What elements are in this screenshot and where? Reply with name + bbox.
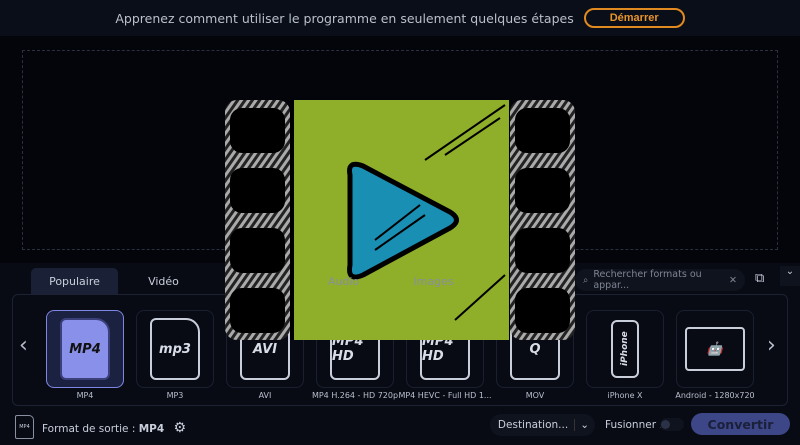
merge-toggle[interactable] [660, 418, 684, 431]
format-label: iPhone X [607, 391, 643, 400]
tab-audio[interactable]: Audio [300, 268, 387, 295]
format-label: Android - 1280x720 [675, 391, 755, 400]
app-logo-overlay [225, 100, 575, 340]
format-label: MP4 [76, 391, 94, 400]
output-format-label: Format de sortie : [42, 423, 136, 435]
search-placeholder: Rechercher formats ou appar... [593, 269, 702, 291]
tab-video[interactable]: Vidéo [120, 268, 207, 295]
format-card-mp4[interactable]: MP4 [46, 310, 124, 388]
output-format: Format de sortie : MP4 ⚙ [42, 420, 186, 436]
format-label: MOV [525, 391, 545, 400]
merge-label: Fusionner : [605, 419, 663, 431]
format-label: MP4 H.264 - HD 720p [311, 391, 399, 400]
next-arrow-icon[interactable]: › [767, 333, 776, 358]
format-icon: mp3 [150, 318, 200, 380]
format-label: MP3 [166, 391, 184, 400]
collapse-chevron-icon[interactable]: ⌄ [780, 266, 800, 286]
tab-images[interactable]: Images [390, 268, 477, 295]
format-icon: iPhone [611, 320, 639, 378]
chevron-down-icon[interactable]: ⌄ [574, 419, 589, 431]
format-label: MP4 HEVC - Full HD 1... [398, 391, 492, 400]
format-icon: MP4 [60, 318, 110, 380]
convert-button[interactable]: Convertir [691, 413, 790, 435]
prev-arrow-icon[interactable]: ‹ [19, 333, 28, 358]
device-detect-icon[interactable]: ⧉ [755, 271, 764, 286]
format-card-mp3[interactable]: mp3 [136, 310, 214, 388]
format-card-android-1280x720[interactable]: 🤖 [676, 310, 754, 388]
start-button[interactable]: Démarrer [583, 8, 685, 28]
output-format-value: MP4 [138, 423, 165, 435]
format-icon: 🤖 [685, 327, 745, 371]
format-label: AVI [258, 391, 272, 400]
tab-popular[interactable]: Populaire [31, 268, 118, 295]
format-card-iphone-x[interactable]: iPhone [586, 310, 664, 388]
gear-icon[interactable]: ⚙ [174, 420, 187, 436]
clear-icon[interactable]: ✕ [729, 275, 737, 286]
tutorial-banner: Apprenez comment utiliser le programme e… [0, 0, 800, 36]
search-input[interactable]: ⌕ Rechercher formats ou appar... ✕ [575, 269, 745, 291]
destination-select[interactable]: Destination... ⌄ [490, 414, 595, 436]
destination-label: Destination... [497, 419, 569, 431]
banner-message: Apprenez comment utiliser le programme e… [115, 10, 574, 26]
format-panel: Populaire Vidéo Audio Images ⌕ Recherche… [0, 263, 800, 445]
search-icon: ⌕ [583, 274, 589, 286]
output-format-icon: MP4 [15, 415, 34, 439]
